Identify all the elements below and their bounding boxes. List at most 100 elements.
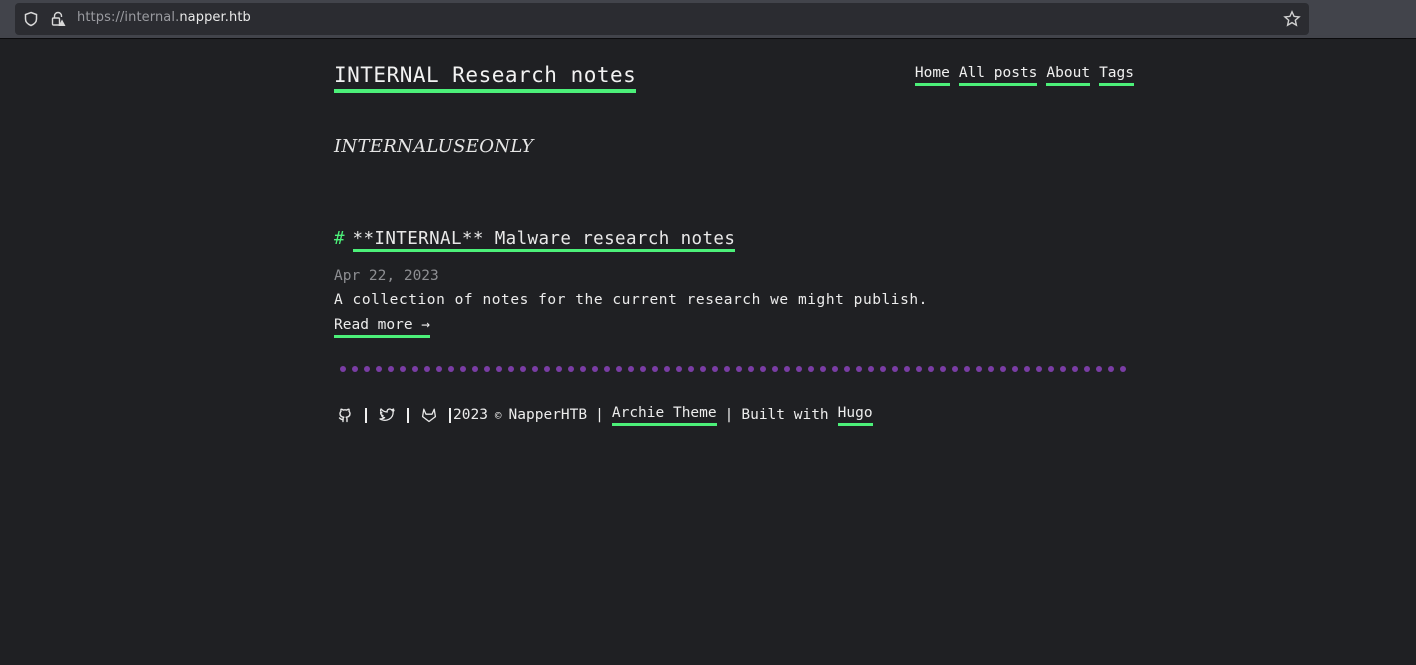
footer-divider	[449, 407, 451, 423]
post-heading: # **INTERNAL** Malware research notes	[334, 227, 736, 252]
divider-dot	[808, 366, 814, 372]
divider-dot	[388, 366, 394, 372]
archie-theme-link[interactable]: Archie Theme	[611, 404, 717, 426]
divider-dot	[904, 366, 910, 372]
divider-dot	[532, 366, 538, 372]
divider-dot	[496, 366, 502, 372]
divider-dot	[1096, 366, 1102, 372]
divider-dot	[1108, 366, 1114, 372]
divider-dot	[676, 366, 682, 372]
post-title-link[interactable]: **INTERNAL** Malware research notes	[352, 229, 736, 252]
divider-dot	[628, 366, 634, 372]
divider-dot	[436, 366, 442, 372]
divider-dot	[544, 366, 550, 372]
url-host: napper.htb	[179, 10, 251, 25]
address-bar[interactable]: https://internal.napper.htb	[15, 3, 1309, 35]
divider-dot	[940, 366, 946, 372]
footer-separator: |	[724, 407, 734, 423]
divider-dot	[448, 366, 454, 372]
footer-separator: |	[595, 407, 604, 423]
heading-hash: #	[334, 229, 345, 249]
divider-dot	[844, 366, 850, 372]
site-subtitle: INTERNALUSEONLY	[334, 136, 534, 157]
read-more-link[interactable]: Read more →	[334, 316, 431, 338]
nav-home[interactable]: Home	[914, 64, 950, 86]
divider-dot	[1084, 366, 1090, 372]
divider-dot	[892, 366, 898, 372]
divider-dot	[820, 366, 826, 372]
divider-dot	[1072, 366, 1078, 372]
divider-dot	[1024, 366, 1030, 372]
footer-year: 2023	[453, 407, 488, 423]
divider-dot	[364, 366, 370, 372]
divider-dot	[988, 366, 994, 372]
divider-dot	[796, 366, 802, 372]
divider-dot	[460, 366, 466, 372]
github-icon[interactable]	[337, 407, 353, 423]
divider-dot	[664, 366, 670, 372]
divider-dot	[424, 366, 430, 372]
lock-warning-icon[interactable]	[50, 11, 66, 27]
divider-dot	[1060, 366, 1066, 372]
divider-dot	[964, 366, 970, 372]
divider-dot	[556, 366, 562, 372]
divider-dot	[580, 366, 586, 372]
url-prefix: https://internal.	[77, 10, 180, 25]
post-date: Apr 22, 2023	[334, 268, 439, 284]
main-nav: Home All posts About Tags	[914, 64, 1134, 86]
divider-dot	[784, 366, 790, 372]
divider-dot	[700, 366, 706, 372]
divider-dot	[640, 366, 646, 372]
divider-dot	[952, 366, 958, 372]
dotted-divider	[340, 366, 1130, 374]
divider-dot	[1048, 366, 1054, 372]
divider-dot	[484, 366, 490, 372]
divider-dot	[772, 366, 778, 372]
post-summary: A collection of notes for the current re…	[334, 292, 928, 308]
divider-dot	[1120, 366, 1126, 372]
divider-dot	[508, 366, 514, 372]
star-icon[interactable]	[1283, 10, 1301, 28]
divider-dot	[736, 366, 742, 372]
url-text[interactable]: https://internal.napper.htb	[77, 10, 251, 25]
divider-dot	[688, 366, 694, 372]
gitlab-icon[interactable]	[421, 407, 437, 423]
divider-dot	[760, 366, 766, 372]
footer: 2023 © NapperHTB | Archie Theme | Built …	[334, 404, 873, 426]
divider-dot	[1000, 366, 1006, 372]
hugo-link[interactable]: Hugo	[837, 404, 873, 426]
footer-divider	[365, 407, 367, 423]
nav-about[interactable]: About	[1046, 64, 1091, 86]
divider-dot	[472, 366, 478, 372]
twitter-icon[interactable]	[379, 407, 395, 423]
shield-icon[interactable]	[23, 11, 39, 27]
built-with-text: Built with	[741, 407, 829, 423]
divider-dot	[652, 366, 658, 372]
nav-all-posts[interactable]: All posts	[958, 64, 1038, 86]
footer-owner: NapperHTB	[508, 407, 588, 423]
divider-dot	[868, 366, 874, 372]
divider-dot	[352, 366, 358, 372]
nav-tags[interactable]: Tags	[1099, 64, 1134, 86]
divider-dot	[748, 366, 754, 372]
divider-dot	[604, 366, 610, 372]
divider-dot	[1012, 366, 1018, 372]
divider-dot	[880, 366, 886, 372]
divider-dot	[856, 366, 862, 372]
divider-dot	[1036, 366, 1042, 372]
divider-dot	[400, 366, 406, 372]
browser-toolbar: https://internal.napper.htb	[0, 0, 1416, 39]
divider-dot	[832, 366, 838, 372]
copyright-symbol: ©	[494, 408, 502, 422]
site-title-link[interactable]: INTERNAL Research notes	[334, 61, 637, 93]
divider-dot	[916, 366, 922, 372]
footer-divider	[407, 407, 409, 423]
divider-dot	[616, 366, 622, 372]
divider-dot	[340, 366, 346, 372]
divider-dot	[928, 366, 934, 372]
divider-dot	[712, 366, 718, 372]
divider-dot	[520, 366, 526, 372]
divider-dot	[568, 366, 574, 372]
divider-dot	[412, 366, 418, 372]
divider-dot	[724, 366, 730, 372]
